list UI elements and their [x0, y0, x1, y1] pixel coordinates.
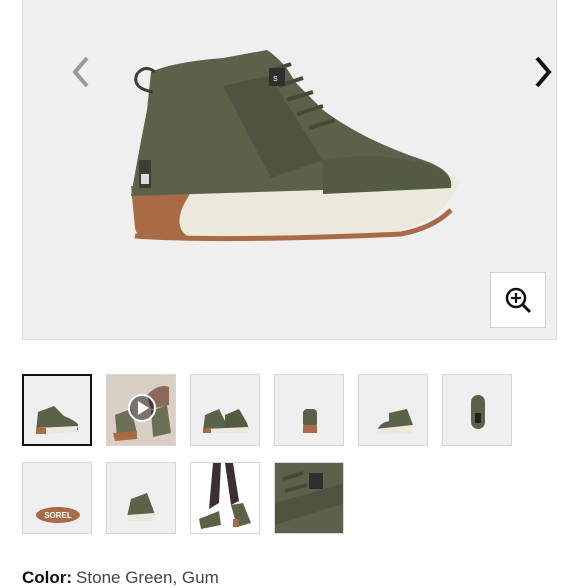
thumbnail-top-view[interactable] — [106, 462, 176, 534]
thumbnail-angle-view[interactable] — [358, 374, 428, 446]
sorel-logo-text: SOREL — [44, 511, 72, 520]
thumbnail-pair-view[interactable] — [190, 374, 260, 446]
previous-image-chevron-left-icon[interactable] — [63, 52, 99, 92]
product-color: Color: Stone Green, Gum — [22, 568, 219, 588]
zoom-in-icon — [505, 287, 532, 314]
thumbnail-back-view[interactable] — [442, 374, 512, 446]
thumbnail-detail-view[interactable] — [274, 462, 344, 534]
boot-image: S — [131, 50, 458, 242]
thumbnail-video[interactable] — [106, 374, 176, 446]
svg-text:S: S — [273, 76, 278, 83]
thumbnail-front-view[interactable] — [274, 374, 344, 446]
thumbnail-sole-view[interactable]: SOREL — [22, 462, 92, 534]
main-product-image[interactable]: S — [22, 0, 557, 340]
color-value: Stone Green, Gum — [76, 568, 219, 587]
zoom-button[interactable] — [490, 272, 546, 328]
thumbnail-model-view[interactable] — [190, 462, 260, 534]
thumbnail-side-view[interactable] — [22, 374, 92, 446]
next-image-chevron-right-icon[interactable] — [525, 52, 561, 92]
color-label: Color: — [22, 568, 73, 587]
